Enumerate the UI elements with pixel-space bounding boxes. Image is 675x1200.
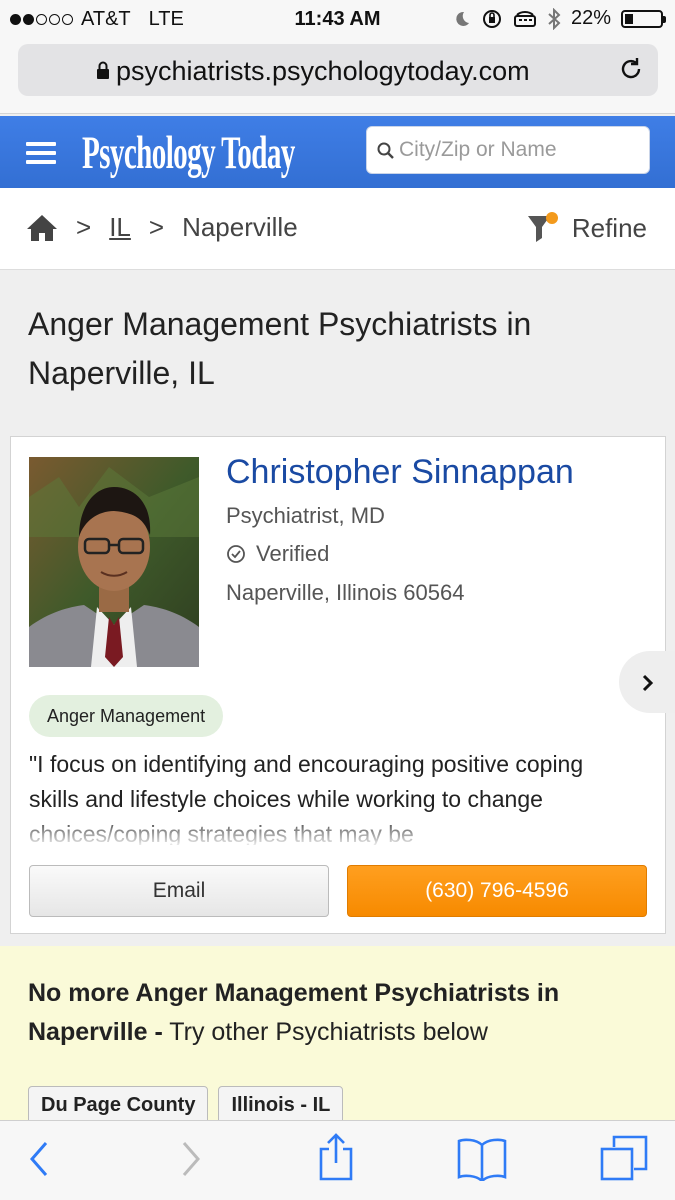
orientation-lock-icon bbox=[482, 9, 501, 28]
search-icon bbox=[377, 142, 394, 159]
email-button[interactable]: Email bbox=[29, 865, 329, 917]
refine-button[interactable]: Refine bbox=[526, 212, 647, 244]
provider-credentials: Psychiatrist, MD bbox=[226, 503, 385, 528]
url-text: psychiatrists.psychologytoday.com bbox=[116, 56, 530, 86]
address-bar[interactable]: psychiatrists.psychologytoday.com bbox=[18, 44, 658, 96]
battery-percent: 22% bbox=[570, 7, 611, 29]
breadcrumb: > IL > Naperville bbox=[26, 212, 298, 243]
menu-icon[interactable] bbox=[26, 142, 56, 164]
bookmarks-icon[interactable] bbox=[456, 1137, 508, 1181]
back-icon[interactable] bbox=[28, 1139, 52, 1179]
provider-name[interactable]: Christopher Sinnappan bbox=[226, 453, 574, 492]
browser-chrome: psychiatrists.psychologytoday.com bbox=[0, 38, 675, 114]
lock-icon bbox=[97, 61, 109, 79]
filter-icon bbox=[527, 212, 558, 242]
breadcrumb-separator: > bbox=[76, 212, 92, 242]
moon-icon bbox=[456, 11, 469, 26]
browser-toolbar bbox=[0, 1120, 675, 1200]
share-icon[interactable] bbox=[316, 1133, 356, 1181]
forward-icon[interactable] bbox=[178, 1139, 202, 1179]
reload-icon[interactable] bbox=[618, 56, 644, 82]
provider-location: Naperville, Illinois 60564 bbox=[226, 580, 465, 605]
verified-label: Verified bbox=[256, 541, 330, 566]
site-logo[interactable]: Psychology Today bbox=[82, 126, 295, 180]
search-box[interactable] bbox=[366, 126, 650, 174]
breadcrumb-state-link[interactable]: IL bbox=[109, 212, 131, 243]
no-more-message: No more Anger Management Psychiatrists i… bbox=[28, 974, 648, 1052]
status-bar: AT&T LTE 11:43 AM 22% bbox=[0, 0, 675, 38]
specialty-tag: Anger Management bbox=[29, 695, 224, 737]
breadcrumb-bar: > IL > Naperville Refine bbox=[0, 188, 675, 270]
chip-state[interactable]: Illinois - IL bbox=[218, 1086, 344, 1124]
listing-card[interactable]: Christopher Sinnappan Psychiatrist, MD V… bbox=[10, 436, 675, 934]
status-right: 22% bbox=[453, 7, 666, 30]
phone-button[interactable]: (630) 796-4596 bbox=[347, 865, 647, 917]
home-icon[interactable] bbox=[26, 213, 58, 243]
chevron-right-icon bbox=[642, 674, 654, 692]
breadcrumb-city: Naperville bbox=[182, 212, 298, 242]
tty-icon bbox=[513, 10, 536, 27]
bluetooth-icon bbox=[548, 7, 561, 30]
provider-quote: "I focus on identifying and encouraging … bbox=[29, 747, 629, 845]
battery-icon bbox=[621, 9, 666, 28]
search-input[interactable] bbox=[399, 135, 639, 165]
site-header: Psychology Today bbox=[0, 116, 675, 188]
chip-county[interactable]: Du Page County bbox=[28, 1086, 209, 1124]
location-chips: Du Page County Illinois - IL bbox=[28, 1086, 344, 1124]
no-more-results: No more Anger Management Psychiatrists i… bbox=[0, 946, 675, 1126]
page-title: Anger Management Psychiatrists in Naperv… bbox=[28, 306, 532, 391]
verified-check-icon bbox=[227, 545, 245, 563]
refine-label: Refine bbox=[571, 212, 647, 243]
tabs-icon[interactable] bbox=[600, 1135, 648, 1181]
profile-photo[interactable] bbox=[29, 457, 199, 667]
no-more-rest: Try other Psychiatrists below bbox=[162, 1018, 488, 1046]
verified-status: Verified bbox=[226, 541, 329, 567]
next-listing-button[interactable] bbox=[619, 651, 675, 713]
breadcrumb-separator: > bbox=[148, 212, 165, 242]
